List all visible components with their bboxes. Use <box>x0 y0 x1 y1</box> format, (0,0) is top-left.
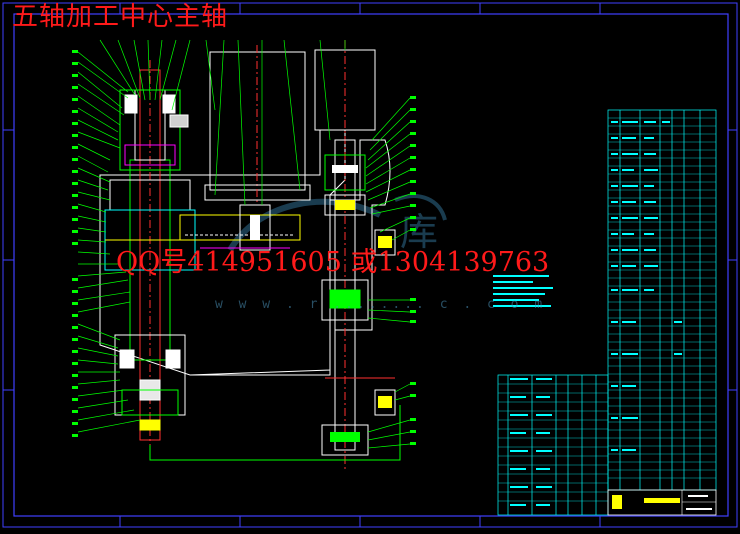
title-block <box>607 489 717 516</box>
drawing-title: 五轴加工中心主轴 <box>12 2 229 32</box>
parts-list-lower-marks <box>510 378 552 506</box>
parts-list-lower-rows <box>498 383 608 502</box>
parts-list-table <box>607 109 717 491</box>
watermark-url: w w w . r ........ c . c o m <box>215 297 547 312</box>
cad-drawing-viewport: 库 五轴加工中心主轴 QQ号414951605 或1304139763 w w … <box>0 0 740 530</box>
contact-overlay: QQ号414951605 或1304139763 <box>116 247 550 278</box>
